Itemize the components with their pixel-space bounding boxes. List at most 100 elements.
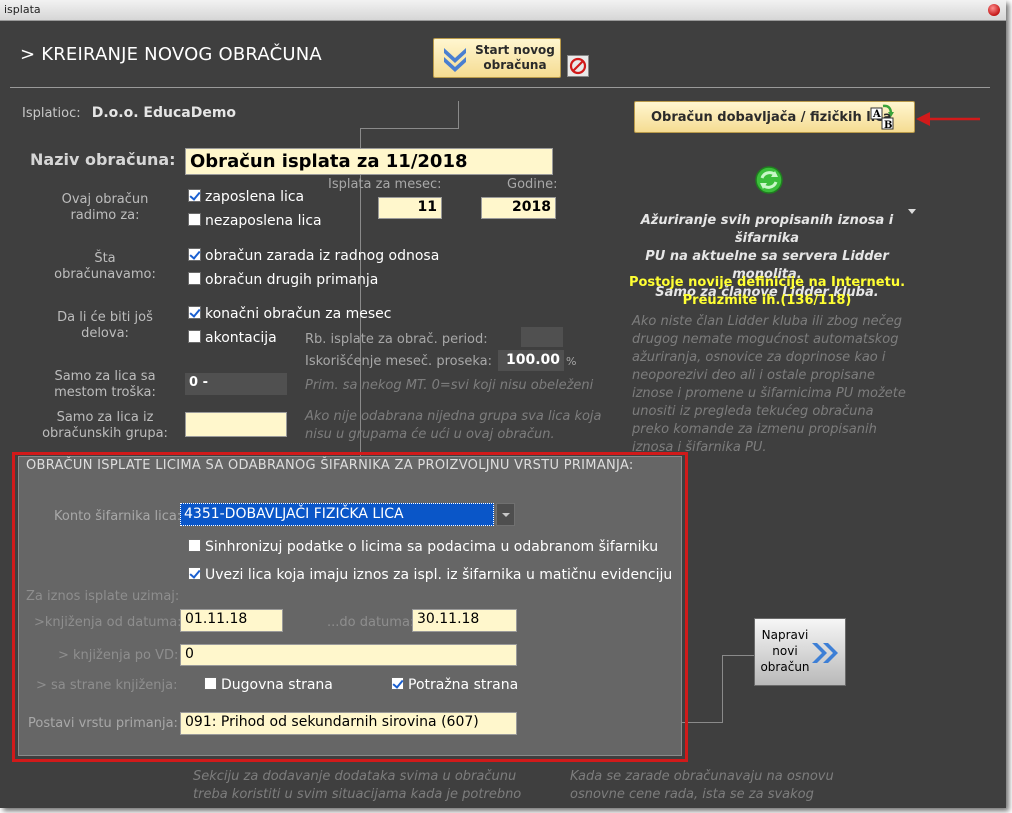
vd-input[interactable]: 0 bbox=[180, 644, 517, 666]
link-checkbox[interactable] bbox=[188, 567, 201, 580]
groups-hint-1: Ako nije odabrana nijedna grupa sva lica… bbox=[305, 409, 602, 424]
make-new-calculation-button[interactable]: Napravi novi obračun bbox=[754, 618, 846, 686]
link-checkbox-row[interactable]: Uvezi lica koja imaju iznos za ispl. iz … bbox=[188, 567, 672, 583]
no-entry-icon bbox=[569, 57, 587, 75]
contractor-calculation-button[interactable]: Obračun dobavljača / fizičkih lica A B bbox=[634, 101, 915, 133]
employed-checkbox-row[interactable]: zaposlena lica bbox=[188, 189, 304, 205]
contractor-button-label: Obračun dobavljača / fizičkih lica bbox=[651, 110, 892, 125]
new-definitions-link[interactable]: Postoje novije definicije na Internetu. … bbox=[612, 274, 922, 310]
from-date-label: >knjiženja od datuma: bbox=[34, 615, 182, 630]
salary-checkbox[interactable] bbox=[188, 248, 201, 261]
usage-label: Iskorišćenje meseč. proseka: bbox=[305, 354, 493, 369]
from-date-input[interactable]: 01.11.18 bbox=[180, 609, 283, 632]
bottom-left-hint-2: treba koristiti u svim situacijama kada … bbox=[193, 787, 522, 802]
title-bar: isplata bbox=[0, 0, 1006, 21]
payer-value: D.o.o. EducaDemo bbox=[91, 105, 237, 121]
window-title: isplata bbox=[4, 3, 41, 16]
debit-checkbox[interactable] bbox=[204, 677, 217, 690]
info-text-5: iznose i promene u šifarnicima PU možete bbox=[632, 386, 906, 401]
groups-input[interactable] bbox=[185, 412, 287, 437]
unemployed-checkbox-row[interactable]: nezaposlena lica bbox=[188, 213, 322, 229]
income-type-label: Postavi vrstu primanja: bbox=[28, 716, 178, 731]
bottom-right-hint-1: Kada se zarade obračunavaju na osnovu bbox=[570, 769, 834, 784]
month-label: Isplata za mesec: bbox=[328, 177, 442, 192]
svg-text:B: B bbox=[884, 120, 892, 131]
cancel-button[interactable] bbox=[567, 55, 589, 77]
app-window: isplata > KREIRANJE NOVOG OBRAČUNA Start… bbox=[0, 0, 1006, 808]
month-input[interactable]: 11 bbox=[378, 197, 442, 219]
year-input[interactable]: 2018 bbox=[481, 197, 556, 219]
calc-name-label: Naziv obračuna: bbox=[30, 150, 176, 169]
debit-checkbox-row[interactable]: Dugovna strana bbox=[204, 677, 333, 693]
info-text-7: preko komande za izmenu propisanih bbox=[632, 422, 877, 437]
new-def-text-2: Preuzmite ih.(136/118) bbox=[682, 293, 852, 308]
sync-checkbox-row[interactable]: Sinhronizuj podatke o licima sa podacima… bbox=[188, 539, 658, 555]
update-globe-icon[interactable] bbox=[753, 164, 785, 196]
red-arrow-icon bbox=[916, 112, 980, 126]
final-checkbox-row[interactable]: konačni obračun za mesec bbox=[188, 306, 391, 322]
advance-checkbox-row[interactable]: akontacija bbox=[188, 330, 277, 346]
konto-dropdown-button[interactable] bbox=[496, 503, 515, 526]
employed-label: zaposlena lica bbox=[205, 189, 305, 205]
for-whom-label-2: radimo za: bbox=[70, 208, 140, 223]
konto-select[interactable]: 4351-DOBAVLJAČI FIZIČKA LICA bbox=[180, 503, 515, 526]
credit-checkbox[interactable] bbox=[391, 677, 404, 690]
sync-checkbox[interactable] bbox=[188, 539, 201, 552]
new-def-text-1: Postoje novije definicije na Internetu. bbox=[628, 275, 906, 290]
close-window-icon[interactable] bbox=[988, 4, 1000, 16]
bottom-right-hint: Kada se zarade obračunavaju na osnovu os… bbox=[570, 768, 834, 804]
payer-row: Isplatioc: D.o.o. EducaDemo bbox=[22, 102, 236, 121]
info-text-6: unositi iz pregleda tekućeg obračuna bbox=[632, 404, 874, 419]
make-button-label-2: novi bbox=[772, 644, 798, 658]
other-income-checkbox[interactable] bbox=[188, 272, 201, 285]
cost-center-label-1: Samo za lica sa bbox=[54, 369, 156, 384]
info-text-3: ažuriranja, osnovice za doprinose kao i bbox=[632, 350, 886, 365]
for-whom-label: Ovaj obračun radimo za: bbox=[40, 192, 170, 224]
rb-input[interactable] bbox=[521, 327, 563, 347]
rb-label: Rb. isplate za obrač. period: bbox=[305, 332, 488, 347]
info-text-4: neoporezivi deo ali i ostale propisane bbox=[632, 368, 875, 383]
final-label: konačni obračun za mesec bbox=[205, 306, 392, 322]
other-income-checkbox-row[interactable]: obračun drugih primanja bbox=[188, 272, 378, 288]
other-income-label: obračun drugih primanja bbox=[205, 272, 379, 288]
groups-label-1: Samo za lica iz bbox=[56, 410, 154, 425]
konto-label: Konto šifarnika lica: bbox=[54, 509, 182, 524]
unemployed-checkbox[interactable] bbox=[188, 213, 201, 226]
groups-hint-2: nisu u grupama će ući u ovaj obračun. bbox=[305, 427, 555, 442]
start-new-calculation-button[interactable]: Start novog obračuna bbox=[433, 38, 561, 78]
credit-checkbox-row[interactable]: Potražna strana bbox=[391, 677, 518, 693]
debit-label: Dugovna strana bbox=[221, 677, 333, 693]
to-date-input[interactable]: 30.11.18 bbox=[412, 609, 517, 632]
side-label: > sa strane knjiženja: bbox=[36, 678, 178, 693]
ab-swap-icon: A B bbox=[870, 104, 894, 131]
employed-checkbox[interactable] bbox=[188, 189, 201, 202]
cost-center-input[interactable]: 0 - bbox=[185, 373, 287, 395]
what-label-2: obračunavamo: bbox=[54, 267, 156, 282]
final-checkbox[interactable] bbox=[188, 306, 201, 319]
start-button-label-2: obračuna bbox=[483, 58, 547, 72]
connector-line bbox=[360, 128, 458, 129]
cost-center-label: Samo za lica sa mestom troška: bbox=[40, 369, 170, 401]
bottom-left-hint-1: Sekciju za dodavanje dodataka svima u ob… bbox=[193, 769, 517, 784]
connector-line bbox=[722, 655, 723, 723]
year-label: Godine: bbox=[507, 177, 558, 192]
double-chevron-down-icon bbox=[444, 48, 466, 72]
usage-input[interactable]: 100.00 bbox=[498, 350, 564, 371]
payer-label: Isplatioc: bbox=[22, 106, 81, 121]
make-button-label-3: obračun bbox=[760, 660, 810, 674]
credit-label: Potražna strana bbox=[408, 677, 519, 693]
income-type-input[interactable]: 091: Prihod od sekundarnih sirovina (607… bbox=[180, 712, 517, 735]
advance-label: akontacija bbox=[205, 330, 277, 346]
link-label: Uvezi lica koja imaju iznos za ispl. iz … bbox=[205, 567, 673, 583]
salary-checkbox-row[interactable]: obračun zarada iz radnog odnosa bbox=[188, 248, 439, 264]
groups-label-2: obračunskih grupa: bbox=[42, 426, 168, 441]
header-divider bbox=[10, 87, 990, 88]
for-whom-label-1: Ovaj obračun bbox=[61, 192, 149, 207]
amount-label: Za iznos isplate uzimaj: bbox=[26, 589, 180, 604]
svg-text:A: A bbox=[872, 109, 881, 120]
advance-checkbox[interactable] bbox=[188, 330, 201, 343]
update-text-1: Ažuriranje svih propisanih iznosa i šifa… bbox=[640, 213, 894, 246]
salary-label: obračun zarada iz radnog odnosa bbox=[205, 248, 440, 264]
start-button-label-1: Start novog bbox=[475, 43, 555, 57]
calc-name-input[interactable]: Obračun isplata za 11/2018 bbox=[185, 148, 553, 175]
